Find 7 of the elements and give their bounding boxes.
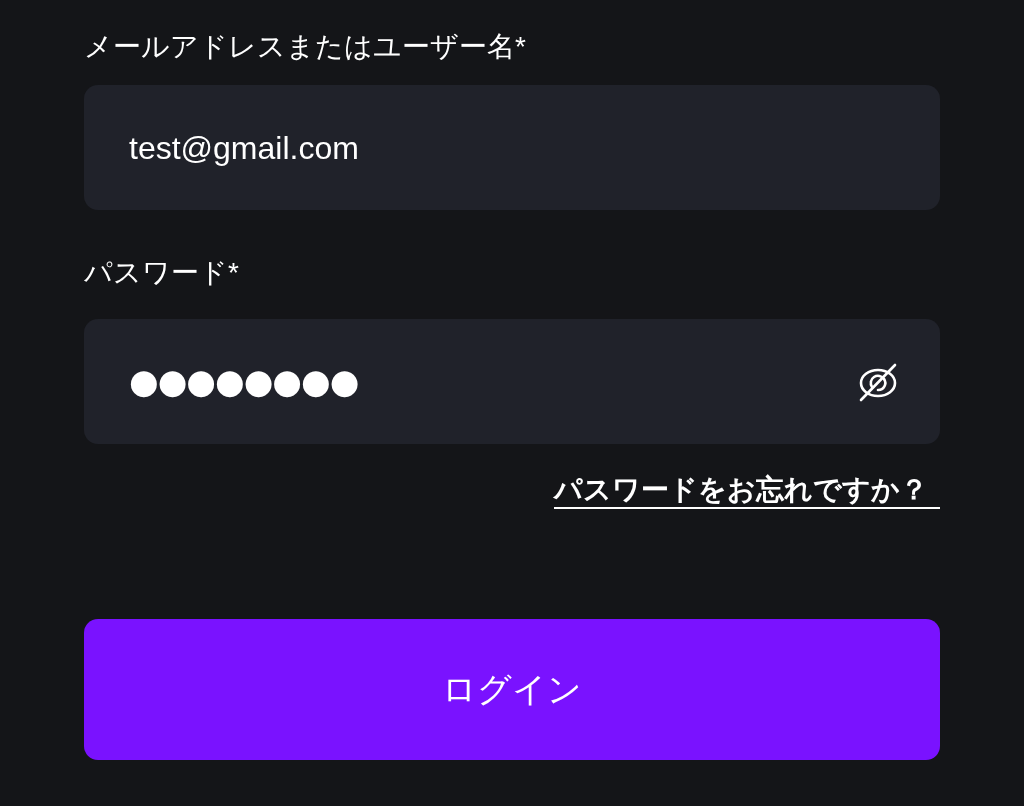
password-field[interactable]: ●●●●●●●● (84, 319, 940, 444)
login-button[interactable]: ログイン (84, 619, 940, 760)
forgot-password-link[interactable]: パスワードをお忘れですか？ (554, 473, 940, 509)
eye-slash-icon[interactable] (858, 361, 898, 402)
field-label: パスワード* (84, 256, 239, 290)
field-label: メールアドレスまたはユーザー名* (84, 30, 526, 64)
email-field[interactable]: test@gmail.com (84, 85, 940, 210)
